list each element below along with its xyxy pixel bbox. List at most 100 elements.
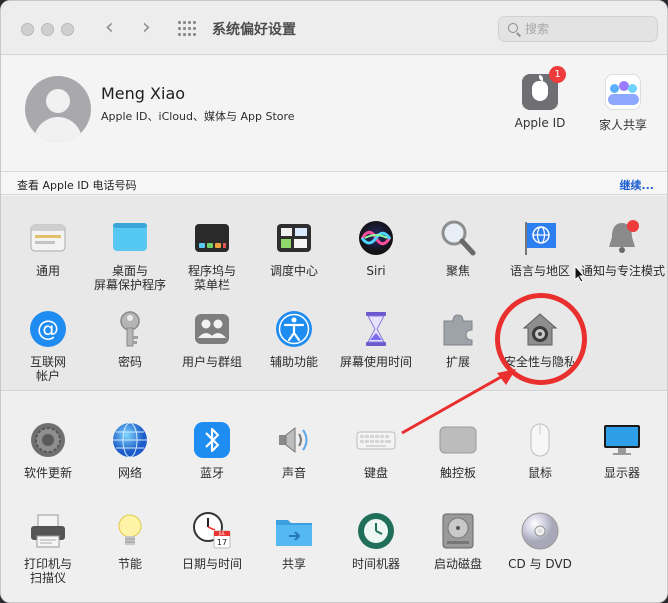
pref-general[interactable]: 通用 — [7, 218, 89, 278]
pref-label: 程序坞与 菜单栏 — [187, 264, 236, 292]
pref-label: 蓝牙 — [199, 466, 224, 480]
pref-label: 触控板 — [439, 466, 476, 480]
network-globe-icon — [110, 420, 150, 460]
forward-arrow-icon[interactable]: › — [142, 15, 151, 41]
svg-text:JUL: JUL — [218, 531, 226, 536]
mouse-icon — [520, 420, 560, 460]
pref-internet-accounts[interactable]: @ 互联网 帐户 — [7, 309, 89, 383]
pref-startup-disk[interactable]: 启动磁盘 — [417, 511, 499, 571]
pref-desktop-screensaver[interactable]: 桌面与 屏幕保护程序 — [89, 218, 171, 292]
pref-label: 日期与时间 — [181, 557, 242, 571]
pref-accessibility[interactable]: 辅助功能 — [253, 309, 335, 369]
spotlight-icon — [438, 218, 478, 258]
pref-label: 语言与地区 — [509, 264, 570, 278]
accessibility-icon — [274, 309, 314, 349]
pref-label: 显示器 — [603, 466, 640, 480]
avatar[interactable] — [25, 76, 91, 142]
pref-language-region[interactable]: 语言与地区 — [499, 218, 581, 278]
apple-id-pref[interactable]: 1 Apple ID — [500, 66, 580, 130]
pref-label: 通用 — [35, 264, 60, 278]
pref-bluetooth[interactable]: 蓝牙 — [171, 420, 253, 480]
apple-id-notice: 查看 Apple ID 电话号码 继续... — [1, 171, 667, 195]
pref-dock-menubar[interactable]: 程序坞与 菜单栏 — [171, 218, 253, 292]
globe-flag-icon — [520, 218, 560, 258]
pref-label: 网络 — [117, 466, 142, 480]
gear-icon — [28, 420, 68, 460]
disk-icon — [438, 511, 478, 551]
pref-software-update[interactable]: 软件更新 — [7, 420, 89, 480]
pref-users-groups[interactable]: 用户与群组 — [171, 309, 253, 369]
pref-spotlight[interactable]: 聚焦 — [417, 218, 499, 278]
title-bar: ‹ › 系统偏好设置 — [1, 1, 667, 55]
back-arrow-icon[interactable]: ‹ — [105, 15, 114, 41]
system-preferences-window: ‹ › 系统偏好设置 Meng Xiao Apple ID、iCloud、媒体与… — [0, 0, 668, 603]
notice-text: 查看 Apple ID 电话号码 — [17, 179, 137, 192]
apple-id-label: Apple ID — [514, 116, 566, 130]
mouse-cursor-icon — [574, 265, 586, 283]
close-window-button[interactable] — [21, 23, 34, 36]
pref-label: 共享 — [281, 557, 306, 571]
clock-calendar-icon: JUL 17 — [192, 511, 232, 551]
keyboard-icon — [356, 420, 396, 460]
pref-sound[interactable]: 声音 — [253, 420, 335, 480]
at-icon: @ — [28, 309, 68, 349]
user-subtitle: Apple ID、iCloud、媒体与 App Store — [101, 110, 295, 123]
apple-logo-icon: 1 — [522, 66, 566, 110]
pref-extensions[interactable]: 扩展 — [417, 309, 499, 369]
puzzle-icon — [438, 309, 478, 349]
mission-control-icon — [274, 218, 314, 258]
folder-share-icon — [274, 511, 314, 551]
pref-label: 桌面与 屏幕保护程序 — [93, 264, 166, 292]
desktop-icon — [110, 218, 150, 258]
family-sharing-pref[interactable]: 家人共享 — [583, 74, 663, 133]
pref-label: 软件更新 — [23, 466, 72, 480]
pref-label: 打印机与 扫描仪 — [23, 557, 72, 585]
lightbulb-icon — [110, 511, 150, 551]
user-name: Meng Xiao — [101, 84, 186, 103]
pref-label: 通知与专注模式 — [581, 264, 666, 278]
pref-label: Siri — [366, 264, 386, 278]
pref-label: 鼠标 — [527, 466, 552, 480]
pref-date-time[interactable]: JUL 17 日期与时间 — [171, 511, 253, 571]
svg-text:@: @ — [37, 317, 59, 342]
pref-passwords[interactable]: 密码 — [89, 309, 171, 369]
annotation-arrow-icon — [401, 369, 516, 435]
pref-label: 辅助功能 — [269, 355, 318, 369]
speaker-icon — [274, 420, 314, 460]
hourglass-icon — [356, 309, 396, 349]
svg-text:17: 17 — [217, 538, 227, 547]
dock-icon — [192, 218, 232, 258]
search-icon — [508, 23, 518, 33]
notification-badge: 1 — [549, 66, 566, 83]
pref-label: 节能 — [117, 557, 142, 571]
pref-displays[interactable]: 显示器 — [581, 420, 663, 480]
pref-label: CD 与 DVD — [508, 557, 572, 571]
pref-mission-control[interactable]: 调度中心 — [253, 218, 335, 278]
pref-time-machine[interactable]: 时间机器 — [335, 511, 417, 571]
continue-link[interactable]: 继续... — [619, 177, 654, 193]
pref-cd-dvd[interactable]: CD 与 DVD — [499, 511, 581, 571]
time-machine-icon — [356, 511, 396, 551]
bell-icon — [602, 218, 642, 258]
pref-siri[interactable]: Siri — [335, 218, 417, 278]
pref-screen-time[interactable]: 屏幕使用时间 — [335, 309, 417, 369]
pref-label: 聚焦 — [445, 264, 470, 278]
pref-label: 互联网 帐户 — [29, 355, 66, 383]
zoom-window-button[interactable] — [61, 23, 74, 36]
pref-label: 调度中心 — [269, 264, 318, 278]
search-field[interactable] — [498, 16, 658, 42]
users-icon — [192, 309, 232, 349]
pref-label: 启动磁盘 — [433, 557, 482, 571]
pref-printers-scanners[interactable]: 打印机与 扫描仪 — [7, 511, 89, 585]
pref-sharing[interactable]: 共享 — [253, 511, 335, 571]
pref-label: 密码 — [117, 355, 142, 369]
pref-label: 时间机器 — [351, 557, 400, 571]
pref-notifications-focus[interactable]: 通知与专注模式 — [581, 218, 666, 278]
pref-network[interactable]: 网络 — [89, 420, 171, 480]
pref-energy[interactable]: 节能 — [89, 511, 171, 571]
show-all-grid-icon[interactable] — [178, 21, 196, 37]
family-sharing-label: 家人共享 — [598, 118, 647, 132]
minimize-window-button[interactable] — [41, 23, 54, 36]
family-icon — [605, 74, 641, 110]
search-input[interactable] — [525, 20, 645, 38]
